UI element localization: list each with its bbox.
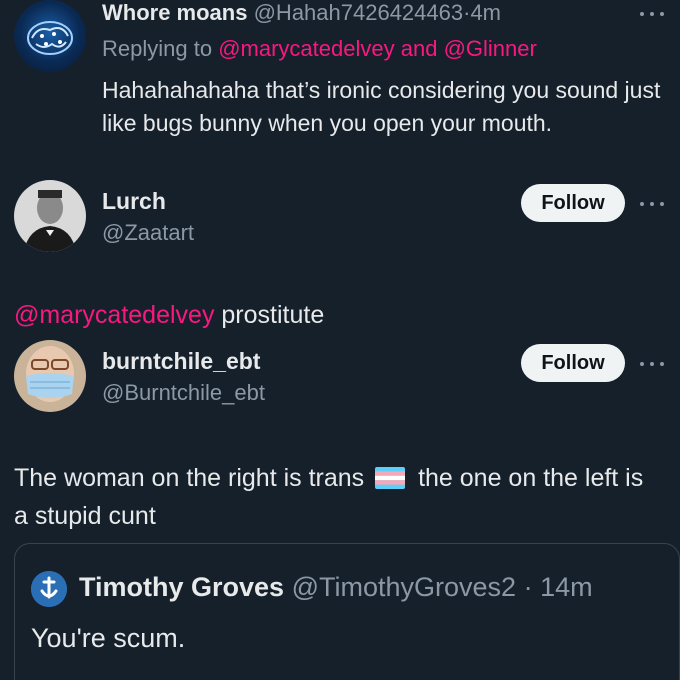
replying-and[interactable]: and [401, 36, 438, 61]
user-card[interactable]: burntchile_ebt @Burntchile_ebt Follow [0, 340, 680, 420]
transgender-flag-icon [375, 467, 406, 489]
anchor-icon [31, 571, 67, 607]
avatar[interactable] [14, 0, 86, 72]
more-options-icon[interactable] [640, 200, 664, 208]
portrait-icon [14, 180, 86, 252]
timestamp[interactable]: 14m [540, 572, 593, 602]
tweet-text-fragment: The woman on the right is trans [14, 464, 365, 492]
handle[interactable]: @Hahah7426424463 [254, 0, 464, 25]
mention-link[interactable]: @Glinner [444, 36, 537, 61]
display-name[interactable]: Timothy Groves [79, 572, 284, 602]
handle[interactable]: @Zaatart [102, 220, 194, 246]
avatar[interactable] [14, 340, 86, 412]
brain-icon [27, 21, 73, 55]
mention-link[interactable]: @marycatedelvey [218, 36, 394, 61]
avatar[interactable] [14, 180, 86, 252]
quoted-tweet[interactable]: Timothy Groves @TimothyGroves2 · 14m You… [14, 543, 680, 680]
tweet-text-fragment: prostitute [221, 301, 325, 329]
tweet-text: Hahahahahaha that’s ironic considering y… [102, 77, 661, 136]
more-options-icon[interactable] [640, 360, 664, 368]
replying-to: Replying to @marycatedelvey and @Glinner [102, 36, 537, 62]
more-options-icon[interactable] [640, 10, 664, 18]
display-name[interactable]: burntchile_ebt [102, 348, 260, 375]
reply-tweet[interactable]: Whore moans @Hahah7426424463·4m Replying… [0, 0, 680, 175]
mention-link[interactable]: @marycatedelvey [14, 301, 214, 329]
follow-button[interactable]: Follow [521, 344, 625, 382]
user-card[interactable]: Lurch @Zaatart Follow [0, 180, 680, 260]
masked-face-icon [14, 340, 86, 412]
tweet-text: You're scum. [31, 623, 186, 653]
tweet-text: The woman on the right is trans the one … [14, 459, 664, 535]
display-name[interactable]: Whore moans [102, 0, 247, 25]
quote-header: Timothy Groves @TimothyGroves2 · 14m [79, 572, 593, 603]
replying-prefix: Replying to [102, 36, 213, 61]
follow-button[interactable]: Follow [521, 184, 625, 222]
tweet-text: @marycatedelvey prostitute [14, 301, 324, 330]
display-name[interactable]: Lurch [102, 188, 166, 215]
reply-header: Whore moans @Hahah7426424463·4m [102, 0, 501, 26]
timestamp[interactable]: 4m [470, 0, 501, 25]
avatar[interactable] [31, 571, 67, 607]
separator: · [523, 572, 533, 602]
handle[interactable]: @TimothyGroves2 [292, 572, 516, 602]
handle[interactable]: @Burntchile_ebt [102, 380, 265, 406]
